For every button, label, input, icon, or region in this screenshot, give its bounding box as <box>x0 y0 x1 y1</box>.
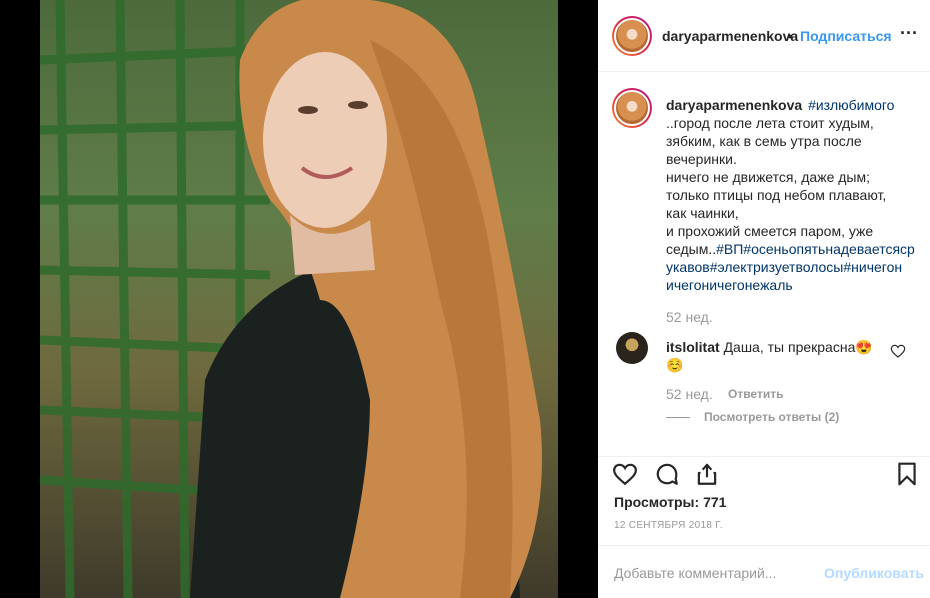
comment-timestamp[interactable]: 52 нед. <box>666 386 713 402</box>
header-separator: • <box>788 28 793 44</box>
caption-timestamp[interactable]: 52 нед. <box>666 309 713 325</box>
views-count: 771 <box>703 494 727 510</box>
view-replies-label: Посмотреть ответы (2) <box>704 410 840 424</box>
like-comment-heart-icon[interactable] <box>890 343 906 359</box>
post-actions-bar <box>598 456 930 496</box>
more-options-icon[interactable]: ··· <box>898 22 920 44</box>
commenter-username[interactable]: itslolitat <box>666 339 720 355</box>
like-heart-icon[interactable] <box>612 461 638 487</box>
add-comment-bar: Опубликовать <box>598 545 930 598</box>
video-frame-image <box>40 0 542 598</box>
reply-button[interactable]: Ответить <box>728 387 783 401</box>
commenter-avatar[interactable] <box>616 332 648 364</box>
comment-bubble-icon[interactable] <box>654 461 680 487</box>
views-label: Просмотры: <box>614 494 700 510</box>
view-count[interactable]: Просмотры: 771 <box>614 494 726 510</box>
author-username[interactable]: daryaparmenenkova <box>662 28 798 44</box>
caption-hashtag-intro[interactable]: #излюбимого <box>808 97 894 113</box>
post-header: daryaparmenenkova • Подписаться ··· <box>598 0 930 72</box>
comment-text-block: itslolitat Даша, ты прекрасна😍 ☺️ <box>666 338 886 374</box>
caption-username[interactable]: daryaparmenenkova <box>666 97 802 113</box>
caption-body: ..город после лета стоит худым, зябким, … <box>666 115 887 257</box>
post-media[interactable] <box>0 0 598 598</box>
share-icon[interactable] <box>694 461 720 487</box>
caption-avatar[interactable] <box>612 88 652 128</box>
author-avatar[interactable] <box>612 16 652 56</box>
post-side-panel: daryaparmenenkova • Подписаться ··· dary… <box>598 0 930 598</box>
post-date[interactable]: 12 сентября 2018 г. <box>614 520 723 531</box>
publish-button[interactable]: Опубликовать <box>824 565 924 581</box>
view-replies-button[interactable]: Посмотреть ответы (2) <box>666 410 839 424</box>
comment-input[interactable] <box>614 563 814 583</box>
follow-button[interactable]: Подписаться <box>800 28 892 44</box>
caption-text: daryaparmenenkova #излюбимого ..город по… <box>666 96 915 294</box>
bookmark-icon[interactable] <box>894 461 920 487</box>
replies-divider-line <box>666 416 690 418</box>
video-player[interactable] <box>40 0 558 598</box>
